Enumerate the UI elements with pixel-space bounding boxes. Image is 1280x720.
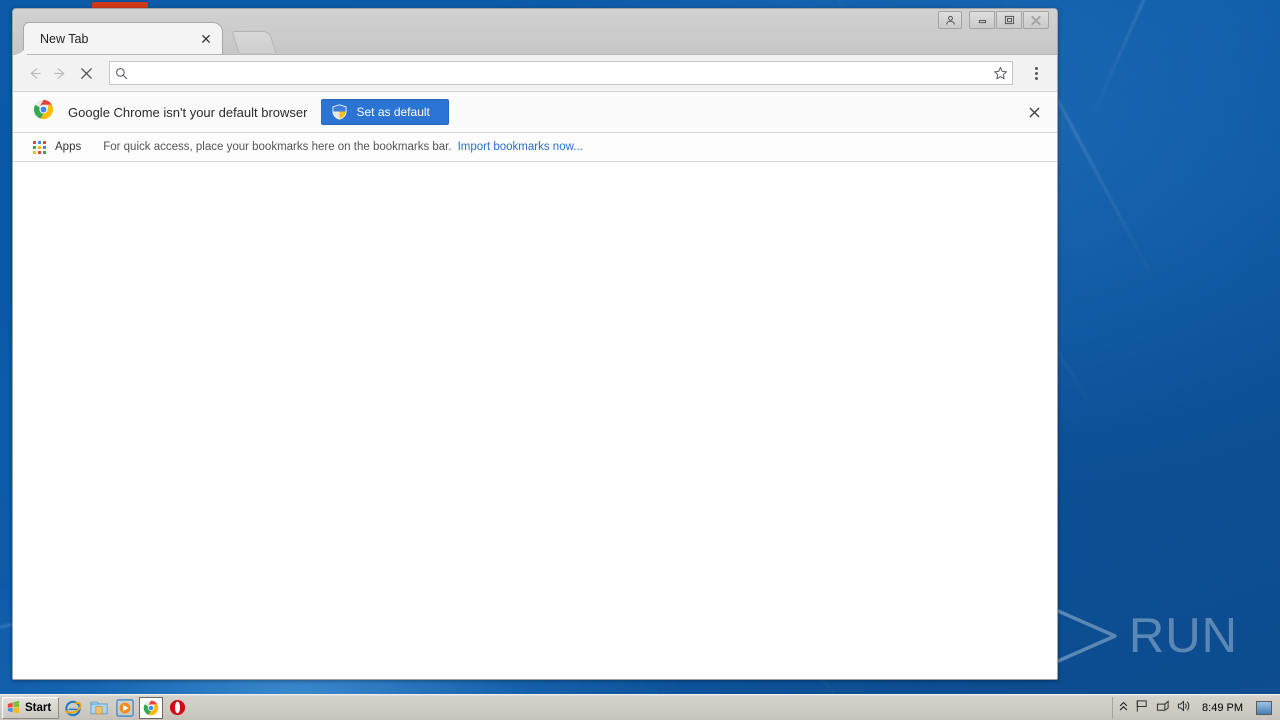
- system-tray: 8:49 PM: [1112, 696, 1278, 719]
- taskbar-clock[interactable]: 8:49 PM: [1202, 702, 1243, 714]
- maximize-button[interactable]: [996, 11, 1022, 29]
- browser-toolbar: [13, 54, 1057, 91]
- chrome-menu-button[interactable]: [1023, 60, 1049, 86]
- page-content-area[interactable]: [13, 162, 1057, 679]
- taskbar-item-media-player[interactable]: [113, 697, 137, 719]
- taskbar-item-windows-explorer[interactable]: [87, 697, 111, 719]
- action-center-flag-icon[interactable]: [1135, 699, 1149, 716]
- forward-button[interactable]: [47, 60, 73, 86]
- three-dot-menu-icon: [1034, 66, 1038, 70]
- tab-strip: New Tab ✕: [13, 9, 1057, 55]
- three-dot-menu-icon: [1034, 76, 1038, 80]
- bookmark-star-icon[interactable]: [988, 66, 1012, 81]
- volume-icon[interactable]: [1177, 699, 1191, 716]
- watermark-text-right: RUN: [1128, 609, 1238, 663]
- media-player-icon: [116, 698, 135, 717]
- internet-explorer-icon: [65, 700, 82, 716]
- close-icon: [1029, 107, 1039, 117]
- minimize-button[interactable]: [969, 11, 995, 29]
- taskbar-item-opera[interactable]: [165, 697, 189, 719]
- close-x-icon: [80, 67, 92, 79]
- back-button[interactable]: [21, 60, 47, 86]
- chrome-logo-icon: [33, 99, 54, 125]
- taskbar-item-google-chrome[interactable]: [139, 696, 164, 719]
- stop-loading-button[interactable]: [73, 60, 99, 86]
- chrome-logo-icon: [143, 700, 159, 715]
- import-bookmarks-link[interactable]: Import bookmarks now...: [458, 141, 583, 153]
- bookmarks-bar: Apps For quick access, place your bookma…: [13, 133, 1057, 162]
- desktop-background: ANY RUN New Tab ✕: [0, 0, 1280, 720]
- chevron-up-icon[interactable]: [1119, 701, 1128, 715]
- infobar-close-button[interactable]: [1021, 99, 1047, 125]
- forward-arrow-icon: [53, 67, 64, 79]
- back-arrow-icon: [30, 67, 41, 79]
- set-as-default-label: Set as default: [356, 105, 430, 119]
- taskbar-item-internet-explorer[interactable]: [61, 697, 85, 719]
- windows-flag-icon: [7, 700, 20, 714]
- apps-grid-icon[interactable]: [33, 140, 46, 154]
- start-label: Start: [25, 701, 52, 714]
- set-as-default-button[interactable]: Set as default: [321, 99, 449, 125]
- network-icon[interactable]: [1156, 699, 1170, 716]
- folder-icon: [90, 701, 108, 714]
- tab-close-icon[interactable]: ✕: [198, 31, 214, 47]
- opera-icon: [169, 699, 185, 716]
- search-icon: [110, 67, 132, 80]
- default-browser-infobar: Google Chrome isn't your default browser…: [13, 91, 1057, 133]
- three-dot-menu-icon: [1034, 71, 1038, 75]
- wallpaper-streak: [1089, 0, 1197, 122]
- maximize-icon: [1004, 15, 1014, 25]
- infobar-message: Google Chrome isn't your default browser: [68, 104, 308, 120]
- uac-shield-icon: [333, 104, 347, 120]
- new-tab-button[interactable]: [231, 31, 277, 53]
- address-bar[interactable]: [109, 61, 1013, 85]
- profile-person-icon[interactable]: [938, 11, 962, 29]
- close-button[interactable]: [1023, 11, 1049, 29]
- start-button[interactable]: Start: [2, 696, 60, 719]
- apps-label[interactable]: Apps: [55, 141, 81, 153]
- person-icon: [945, 15, 955, 25]
- chrome-browser-window: New Tab ✕ Google Chrome isn't your defau…: [12, 8, 1058, 680]
- windows-taskbar: Start 8:49 PM: [0, 694, 1280, 720]
- bookmarks-hint-text: For quick access, place your bookmarks h…: [103, 141, 452, 153]
- tab-title: New Tab: [40, 31, 89, 46]
- minimize-icon: [978, 19, 986, 23]
- show-desktop-button[interactable]: [1256, 700, 1272, 715]
- close-icon: [1031, 15, 1041, 25]
- window-controls: [938, 11, 1049, 29]
- browser-tab-new-tab[interactable]: New Tab ✕: [13, 22, 223, 55]
- address-input[interactable]: [132, 63, 988, 83]
